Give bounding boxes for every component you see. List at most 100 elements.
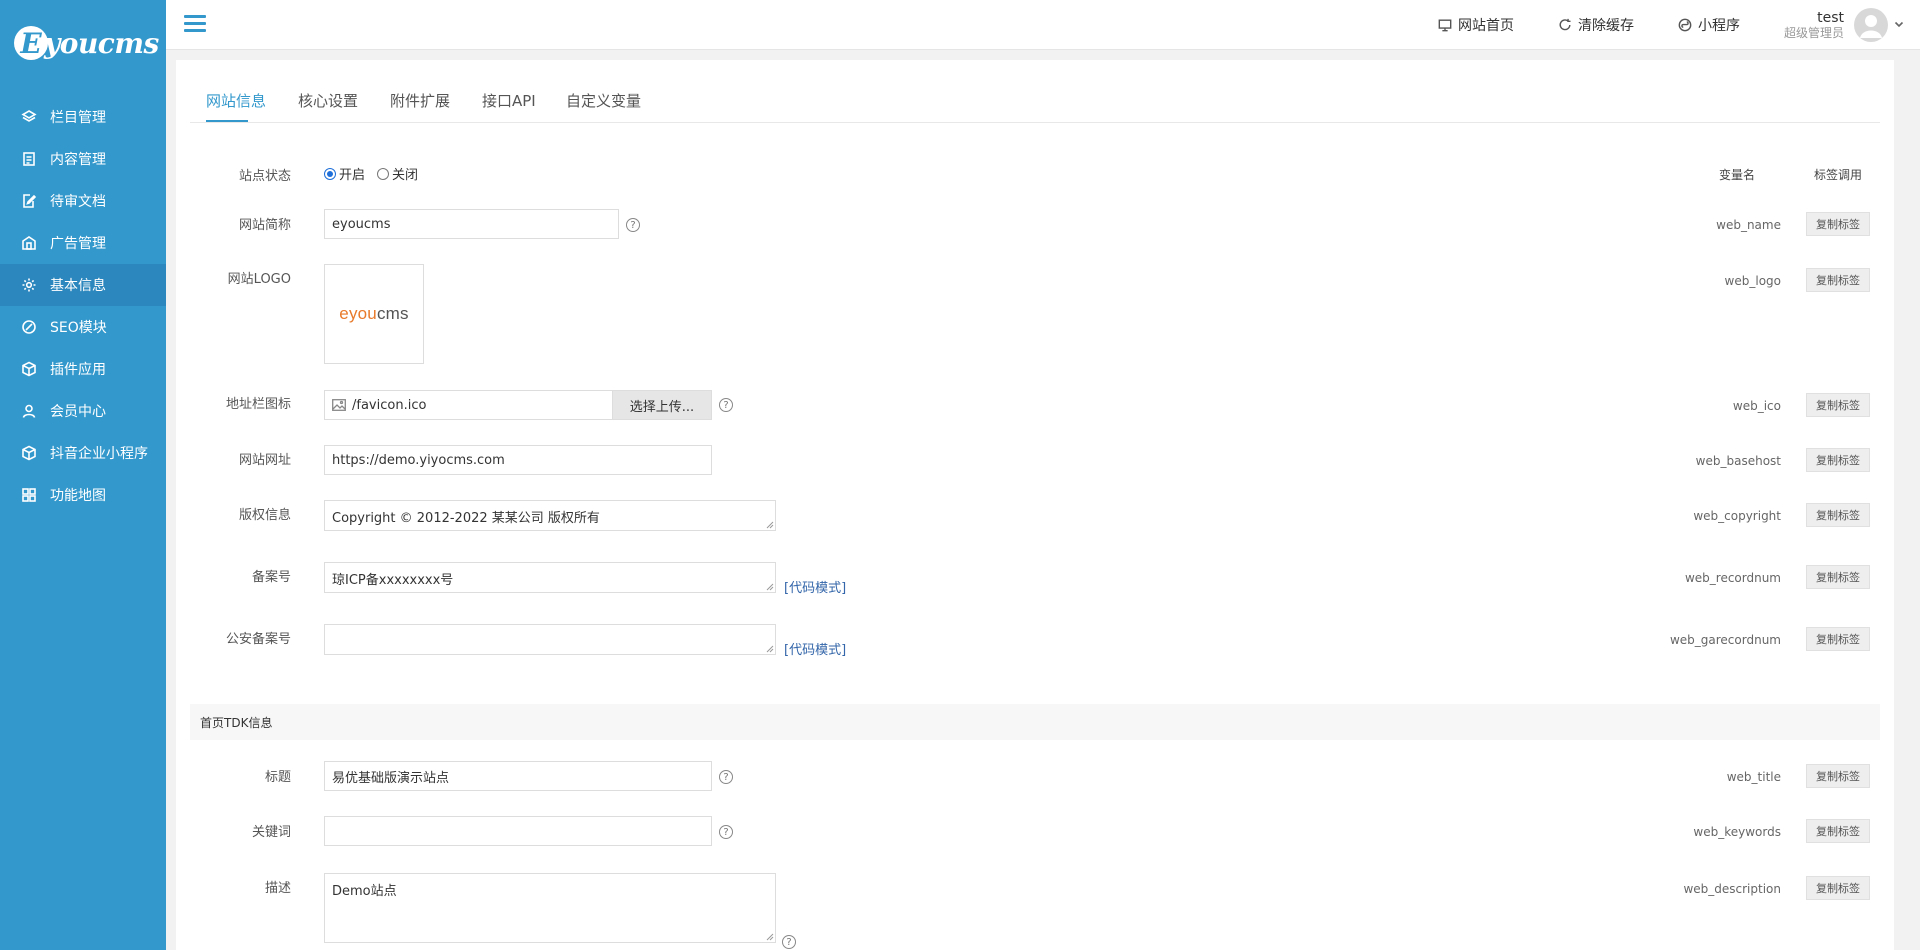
favicon-path[interactable]: /favicon.ico xyxy=(352,398,612,413)
var-name: web_logo xyxy=(1724,274,1781,288)
resize-handle-icon[interactable] xyxy=(766,583,774,591)
brand-logo[interactable]: E youcms xyxy=(0,0,166,86)
var-name: web_garecordnum xyxy=(1669,633,1781,647)
resize-handle-icon[interactable] xyxy=(766,933,774,941)
var-name: web_name xyxy=(1716,218,1781,232)
column-header-var-name: 变量名 xyxy=(1719,168,1756,182)
main-panel: 网站信息 核心设置 附件扩展 接口API 自定义变量 变量名 标签调用 站点状态… xyxy=(176,60,1894,950)
logo-preview-e: e xyxy=(339,304,349,323)
web-name-input[interactable]: eyoucms xyxy=(324,209,619,239)
active-tab-underline xyxy=(206,120,248,122)
document-icon xyxy=(20,150,38,168)
resize-handle-icon[interactable] xyxy=(766,521,774,529)
tab-site-info[interactable]: 网站信息 xyxy=(206,90,266,111)
user-icon xyxy=(20,402,38,420)
copy-tag-button[interactable]: 复制标签 xyxy=(1806,819,1870,843)
column-header-tag-call: 标签调用 xyxy=(1814,168,1863,182)
clear-cache-link[interactable]: 清除缓存 xyxy=(1558,15,1634,35)
copyright-value: Copyright © 2012-2022 某某公司 版权所有 xyxy=(332,511,600,526)
sidebar-item-label: 插件应用 xyxy=(50,362,106,378)
user-menu[interactable]: test 超级管理员 xyxy=(1784,8,1904,42)
recordnum-textarea[interactable]: 琼ICP备xxxxxxxx号 xyxy=(324,562,776,593)
copy-tag-button[interactable]: 复制标签 xyxy=(1806,627,1870,651)
sidebar-item-basic-info[interactable]: 基本信息 xyxy=(0,264,166,306)
status-off-label[interactable]: 关闭 xyxy=(392,164,418,183)
status-on-radio[interactable] xyxy=(324,167,336,180)
var-name: web_title xyxy=(1726,770,1781,784)
chevron-down-icon[interactable] xyxy=(1894,18,1904,33)
user-role: 超级管理员 xyxy=(1783,26,1844,40)
help-icon[interactable]: ? xyxy=(782,935,796,949)
logo-preview-cms: cms xyxy=(376,304,409,323)
logo-mark: E xyxy=(14,26,48,60)
copy-tag-button[interactable]: 复制标签 xyxy=(1806,212,1870,236)
status-on-label[interactable]: 开启 xyxy=(339,164,365,183)
code-mode-link[interactable]: [代码模式] xyxy=(784,639,846,658)
monitor-icon xyxy=(1438,19,1452,32)
field-label: 描述 xyxy=(264,881,291,896)
var-name: web_basehost xyxy=(1695,454,1781,468)
sidebar-item-seo[interactable]: SEO模块 xyxy=(0,306,166,348)
code-mode-link[interactable]: [代码模式] xyxy=(784,577,846,596)
copy-tag-button[interactable]: 复制标签 xyxy=(1806,565,1870,589)
miniprogram-label: 小程序 xyxy=(1697,18,1740,34)
sidebar-item-function-map[interactable]: 功能地图 xyxy=(0,474,166,516)
var-name: web_keywords xyxy=(1693,825,1781,839)
sidebar-item-label: 功能地图 xyxy=(50,488,106,504)
description-value: Demo站点 xyxy=(332,884,397,899)
avatar[interactable] xyxy=(1854,8,1888,42)
var-name: web_description xyxy=(1683,882,1781,896)
copy-tag-button[interactable]: 复制标签 xyxy=(1806,764,1870,788)
tab-api[interactable]: 接口API xyxy=(482,90,536,111)
copy-tag-button[interactable]: 复制标签 xyxy=(1806,448,1870,472)
miniprogram-link[interactable]: 小程序 xyxy=(1678,15,1740,35)
help-icon[interactable]: ? xyxy=(719,770,733,784)
sidebar-item-label: 广告管理 xyxy=(50,236,106,252)
garecordnum-textarea[interactable] xyxy=(324,624,776,655)
sidebar-item-column-manage[interactable]: 栏目管理 xyxy=(0,96,166,138)
var-name: web_ico xyxy=(1732,399,1781,413)
avatar-person-icon xyxy=(1860,15,1882,38)
logo-text: youcms xyxy=(44,26,159,60)
copy-tag-button[interactable]: 复制标签 xyxy=(1806,393,1870,417)
menu-toggle-icon[interactable] xyxy=(184,15,206,35)
user-text: test 超级管理员 xyxy=(1784,10,1844,40)
tab-attachment[interactable]: 附件扩展 xyxy=(390,90,450,111)
logo-preview[interactable]: eyoucms xyxy=(324,264,424,364)
copy-tag-button[interactable]: 复制标签 xyxy=(1806,268,1870,292)
sidebar-item-pending-docs[interactable]: 待审文档 xyxy=(0,180,166,222)
field-label: 地址栏图标 xyxy=(225,397,291,412)
sidebar-item-member-center[interactable]: 会员中心 xyxy=(0,390,166,432)
upload-button[interactable]: 选择上传... xyxy=(612,391,711,419)
sidebar-item-douyin-miniprogram[interactable]: 抖音企业小程序 xyxy=(0,432,166,474)
sidebar-item-label: 会员中心 xyxy=(50,404,106,420)
sidebar-item-ad-manage[interactable]: 广告管理 xyxy=(0,222,166,264)
sidebar-item-content-manage[interactable]: 内容管理 xyxy=(0,138,166,180)
resize-handle-icon[interactable] xyxy=(766,645,774,653)
status-off-radio[interactable] xyxy=(377,167,390,180)
favicon-file-input: /favicon.ico 选择上传... xyxy=(324,390,712,420)
tab-custom-vars[interactable]: 自定义变量 xyxy=(566,90,641,111)
seo-title-input[interactable]: 易优基础版演示站点 xyxy=(324,761,712,791)
site-home-label: 网站首页 xyxy=(1457,18,1514,34)
copyright-textarea[interactable]: Copyright © 2012-2022 某某公司 版权所有 xyxy=(324,500,776,531)
copy-tag-button[interactable]: 复制标签 xyxy=(1806,503,1870,527)
header-links: 网站首页 清除缓存 小程序 test 超级管理员 xyxy=(1438,0,1920,50)
logo-preview-you: you xyxy=(348,304,377,323)
seo-description-textarea[interactable]: Demo站点 xyxy=(324,873,776,943)
seo-keywords-input[interactable] xyxy=(324,816,712,846)
sidebar-item-label: 待审文档 xyxy=(50,194,106,210)
box-icon xyxy=(20,444,38,462)
copy-tag-button[interactable]: 复制标签 xyxy=(1806,876,1870,900)
sidebar-item-label: 内容管理 xyxy=(50,152,106,168)
seo-icon xyxy=(20,318,38,336)
image-icon xyxy=(332,399,346,411)
site-home-link[interactable]: 网站首页 xyxy=(1438,15,1514,35)
help-icon[interactable]: ? xyxy=(626,218,640,232)
sidebar-item-plugins[interactable]: 插件应用 xyxy=(0,348,166,390)
help-icon[interactable]: ? xyxy=(719,398,733,412)
refresh-icon xyxy=(1559,18,1571,31)
help-icon[interactable]: ? xyxy=(719,825,733,839)
tab-core-settings[interactable]: 核心设置 xyxy=(298,90,358,111)
web-url-input[interactable]: https://demo.yiyocms.com xyxy=(324,445,712,475)
